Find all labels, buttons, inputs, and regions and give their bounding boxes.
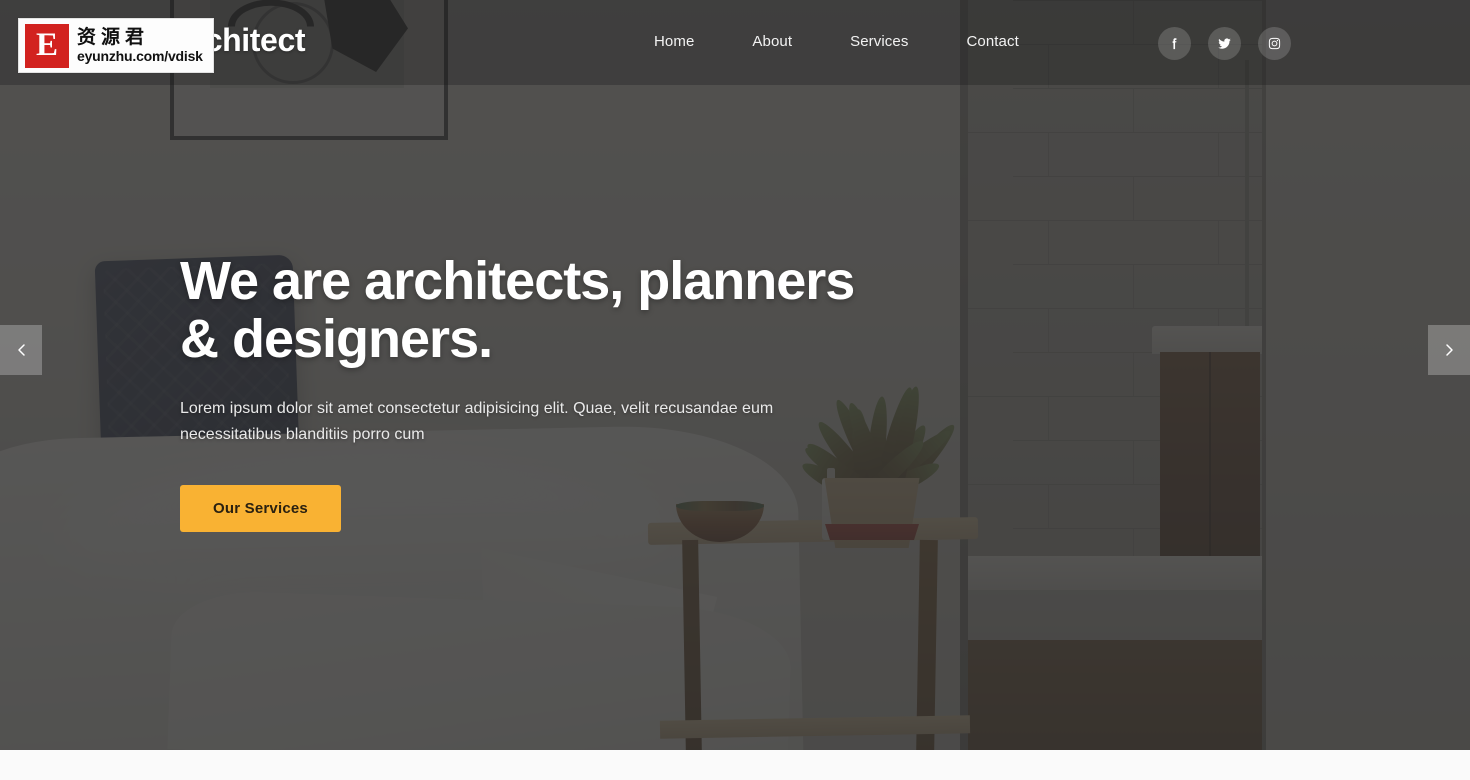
page-below-hero: [0, 750, 1470, 780]
instagram-icon[interactable]: [1258, 27, 1291, 60]
chevron-left-icon: [17, 344, 25, 356]
site-header: Architect Home About Services Contact: [0, 0, 1470, 85]
slider-prev-button[interactable]: [0, 325, 42, 375]
watermark-brand-cn: 资源君: [77, 25, 150, 48]
slider-next-button[interactable]: [1428, 325, 1470, 375]
nav-item-about[interactable]: About: [723, 30, 821, 54]
twitter-icon[interactable]: [1208, 27, 1241, 60]
watermark-url: eyunzhu.com/vdisk: [77, 47, 203, 64]
hero-subcopy: Lorem ipsum dolor sit amet consectetur a…: [180, 399, 774, 443]
watermark-logo-letter: E: [35, 27, 58, 63]
watermark-text: 资源君 eyunzhu.com/vdisk: [77, 25, 203, 65]
nav-item-services[interactable]: Services: [821, 30, 937, 54]
facebook-icon[interactable]: [1158, 27, 1191, 60]
nav-item-home[interactable]: Home: [625, 30, 723, 54]
chevron-right-icon: [1445, 344, 1453, 356]
primary-navigation: Home About Services Contact: [625, 30, 1048, 54]
hero-section: Architect Home About Services Contact We…: [0, 0, 1470, 750]
social-links: [1158, 27, 1291, 60]
hero-content: We are architects, planners & designers.…: [180, 251, 880, 533]
nav-item-contact[interactable]: Contact: [937, 30, 1047, 54]
our-services-button[interactable]: Our Services: [180, 485, 341, 533]
watermark-overlay: E 资源君 eyunzhu.com/vdisk: [18, 18, 214, 73]
hero-headline: We are architects, planners & designers.: [180, 251, 855, 370]
watermark-logo-mark: E: [25, 23, 69, 68]
